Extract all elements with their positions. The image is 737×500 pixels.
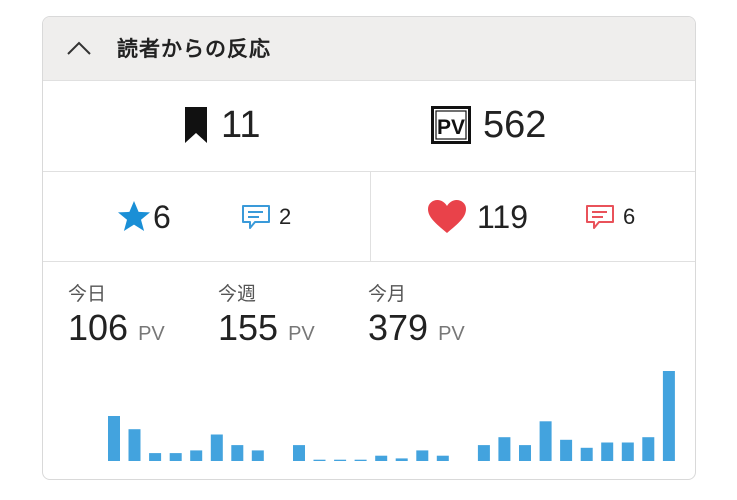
chart-bar — [293, 445, 305, 461]
chart-bar — [436, 455, 449, 461]
chart-bar — [190, 450, 203, 461]
chart-bar — [621, 442, 634, 461]
chart-bar — [395, 458, 408, 461]
chart-bar — [149, 453, 162, 461]
chart-bar — [128, 429, 141, 461]
chart-bar — [498, 437, 511, 461]
chart-bar — [560, 439, 573, 461]
chart-bar — [375, 455, 388, 461]
chart-bar — [477, 445, 490, 461]
chart-bar — [313, 459, 326, 461]
pv-bar-chart — [108, 371, 675, 461]
chart-bar — [642, 437, 655, 461]
chart-bar — [108, 416, 120, 461]
chart-bar — [210, 434, 223, 461]
chart-bar — [539, 421, 552, 461]
chart-bar — [416, 450, 429, 461]
chart-bar — [601, 442, 614, 461]
chart-bar — [519, 445, 531, 461]
chart-bar — [251, 450, 264, 461]
chart-bar — [334, 459, 347, 461]
chart-bar — [354, 459, 367, 461]
chart-bar — [169, 453, 182, 461]
chart-bar — [580, 447, 593, 461]
chart-bar — [231, 445, 244, 461]
reader-reactions-widget: 読者からの反応 11 PV 562 6 2 119 6 今日 106 PV 今週… — [42, 16, 696, 480]
chart-bar — [662, 371, 675, 461]
